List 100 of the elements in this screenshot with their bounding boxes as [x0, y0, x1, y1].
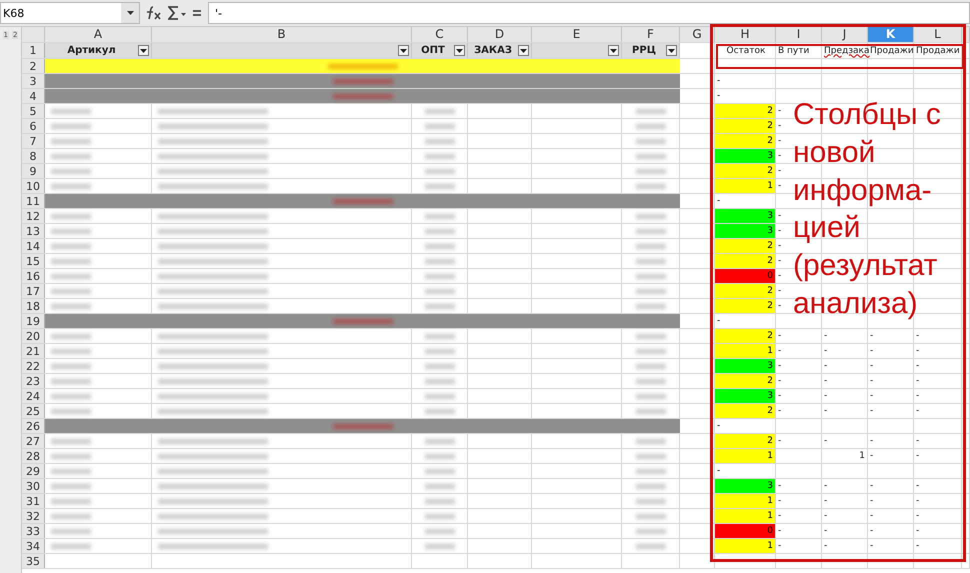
- column-header[interactable]: D: [468, 27, 532, 42]
- row-number[interactable]: 33: [22, 524, 45, 538]
- blurred-text: [424, 528, 454, 534]
- blurred-text: [51, 304, 91, 308]
- table-cell-text: -: [869, 526, 874, 536]
- blurred-text: [51, 514, 91, 518]
- row-number[interactable]: 16: [22, 269, 45, 283]
- blurred-text: [424, 288, 454, 294]
- row-number[interactable]: 25: [22, 404, 45, 418]
- sum-icon[interactable]: [168, 6, 186, 20]
- row-number[interactable]: 32: [22, 509, 45, 523]
- colored-cell: 2: [715, 134, 776, 148]
- table-cell-text: -: [823, 496, 828, 506]
- blurred-text: [424, 348, 454, 354]
- row-number[interactable]: 22: [22, 359, 45, 373]
- row-number[interactable]: 12: [22, 209, 45, 223]
- blurred-text: [51, 498, 91, 504]
- blurred-text: [51, 288, 91, 294]
- table-cell-text: -: [777, 391, 782, 401]
- column-header[interactable]: C: [412, 27, 468, 42]
- row-number[interactable]: 27: [22, 434, 45, 448]
- colored-cell: 2: [715, 329, 776, 343]
- row-number[interactable]: 1: [22, 43, 45, 58]
- cell-reference-field[interactable]: K68: [0, 2, 140, 24]
- row-number[interactable]: 11: [22, 194, 45, 208]
- filter-dropdown-button[interactable]: [398, 45, 409, 56]
- row-number[interactable]: 35: [22, 554, 45, 568]
- row-number[interactable]: 5: [22, 104, 45, 118]
- colored-cell: 2: [715, 284, 776, 298]
- table-cell-text: -: [777, 511, 782, 521]
- blurred-text: [51, 394, 91, 398]
- row-number[interactable]: 20: [22, 329, 45, 343]
- table-cell-text: -: [869, 496, 874, 506]
- annotation-text: Столбцы с новой информа- цией (результат анализа): [793, 97, 941, 322]
- row-number[interactable]: 30: [22, 479, 45, 493]
- blurred-text: [424, 258, 454, 264]
- row-number[interactable]: 14: [22, 239, 45, 253]
- blurred-text: [51, 438, 91, 444]
- row-number[interactable]: 23: [22, 374, 45, 388]
- blurred-text: [51, 168, 91, 174]
- blurred-text: [51, 454, 91, 458]
- row-number[interactable]: 6: [22, 119, 45, 133]
- row-number[interactable]: 28: [22, 449, 45, 463]
- blurred-text: [51, 274, 91, 278]
- caret-icon[interactable]: [121, 3, 139, 23]
- row-number[interactable]: 24: [22, 389, 45, 403]
- blurred-text: [424, 378, 454, 384]
- function-wizard-icon[interactable]: [146, 6, 162, 20]
- row-number[interactable]: 21: [22, 344, 45, 358]
- blurred-text: [424, 154, 454, 158]
- row-number[interactable]: 19: [22, 314, 45, 328]
- table-cell-text: -: [777, 121, 782, 131]
- table-cell-text: -: [869, 331, 874, 341]
- row-number[interactable]: 15: [22, 254, 45, 268]
- column-title: Остаток: [726, 46, 766, 56]
- filter-dropdown-button[interactable]: [666, 45, 677, 56]
- row-number[interactable]: 26: [22, 419, 45, 433]
- row-number[interactable]: 18: [22, 299, 45, 313]
- row-number[interactable]: 10: [22, 179, 45, 193]
- column-header[interactable]: J: [822, 27, 868, 42]
- blurred-text: [636, 514, 666, 518]
- table-cell-text: -: [777, 301, 782, 311]
- column-header[interactable]: G: [680, 27, 715, 42]
- row-number[interactable]: 8: [22, 149, 45, 163]
- blurred-text: [424, 438, 454, 444]
- blurred-text: [636, 258, 666, 264]
- row-number[interactable]: 7: [22, 134, 45, 148]
- formula-field[interactable]: '-: [208, 2, 970, 24]
- row-number[interactable]: 3: [22, 74, 45, 88]
- filter-dropdown-button[interactable]: [608, 45, 619, 56]
- column-header[interactable]: H: [715, 27, 776, 42]
- table-cell-text: -: [915, 331, 920, 341]
- colored-cell: 2: [715, 404, 776, 418]
- table-cell-text: -: [777, 361, 782, 371]
- column-header[interactable]: A: [45, 27, 152, 42]
- blurred-text: [51, 334, 91, 338]
- row-number[interactable]: 13: [22, 224, 45, 238]
- table-cell-text: -: [777, 436, 782, 446]
- row-number[interactable]: 4: [22, 89, 45, 103]
- filter-dropdown-button[interactable]: [138, 45, 149, 56]
- row-number[interactable]: 31: [22, 494, 45, 508]
- column-header[interactable]: L: [914, 27, 962, 42]
- column-title: В пути: [777, 46, 810, 56]
- table-cell-text: -: [777, 106, 782, 116]
- filter-dropdown-button[interactable]: [518, 45, 529, 56]
- blurred-text: [424, 498, 454, 504]
- column-header[interactable]: F: [622, 27, 680, 42]
- column-header[interactable]: E: [532, 27, 622, 42]
- equals-icon[interactable]: [192, 8, 202, 18]
- table-cell-text: -: [777, 256, 782, 266]
- row-number[interactable]: 29: [22, 464, 45, 478]
- filter-dropdown-button[interactable]: [454, 45, 465, 56]
- column-header[interactable]: I: [776, 27, 822, 42]
- column-header[interactable]: B: [152, 27, 412, 42]
- row-number[interactable]: 2: [22, 59, 45, 73]
- row-number[interactable]: 34: [22, 539, 45, 553]
- table-cell-text: -: [869, 541, 874, 551]
- row-number[interactable]: 9: [22, 164, 45, 178]
- row-number[interactable]: 17: [22, 284, 45, 298]
- table-cell-text: -: [777, 526, 782, 536]
